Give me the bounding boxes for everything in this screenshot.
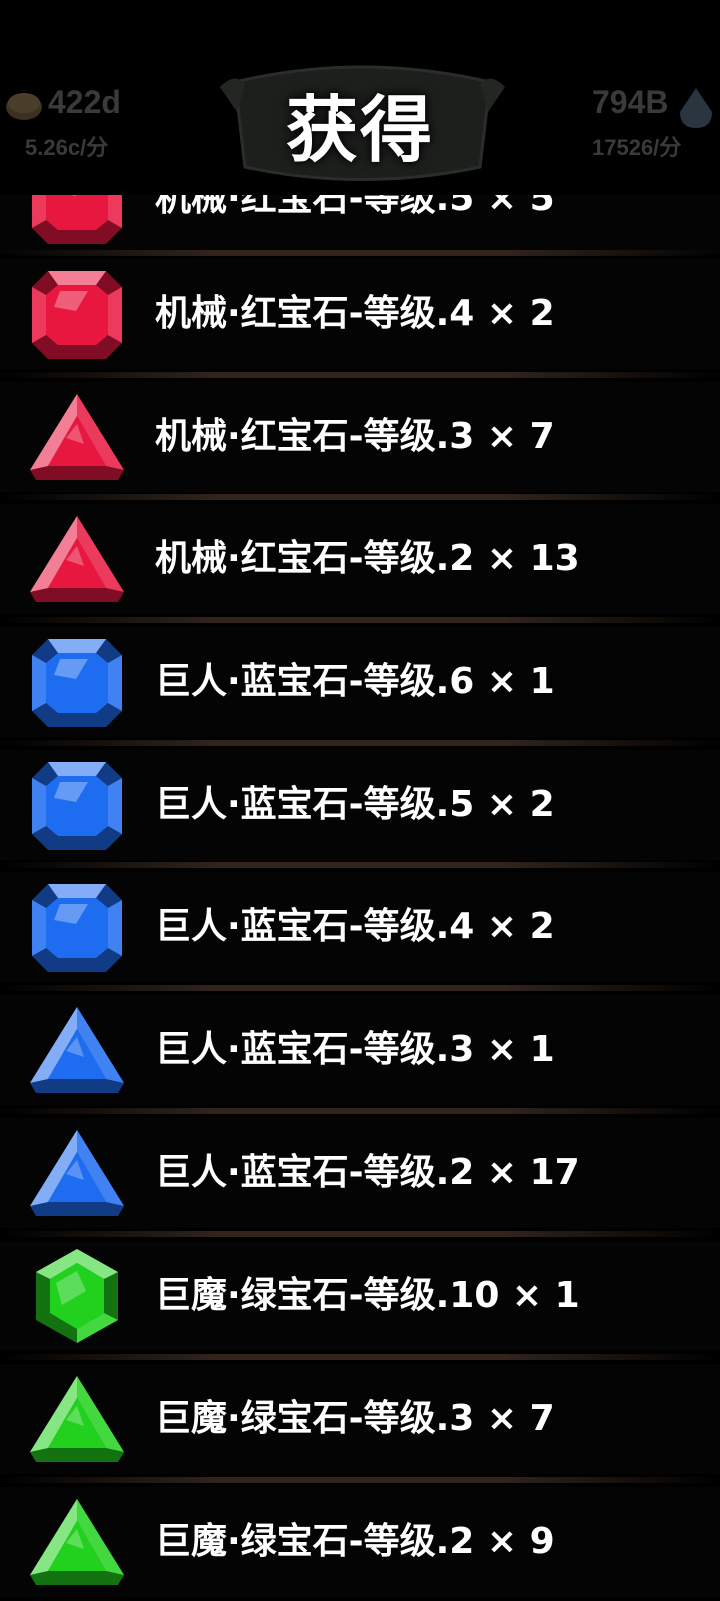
sapphire-square-icon [26, 876, 128, 978]
list-item: 巨魔·绿宝石-等级.3 × 7 [0, 1360, 720, 1478]
item-label: 巨人·蓝宝石-等级.5 × 2 [155, 784, 555, 825]
list-item: 巨魔·绿宝石-等级.2 × 9 [0, 1483, 720, 1601]
item-label: 机械·红宝石-等级.3 × 7 [155, 416, 555, 457]
item-label: 巨人·蓝宝石-等级.6 × 1 [155, 661, 555, 702]
sapphire-triangle-icon [26, 1122, 128, 1224]
emerald-triangle-icon [26, 1368, 128, 1470]
page-title: 获得 [285, 88, 434, 172]
reward-list[interactable]: 机械·红宝石-等级.5 × 5 机械·红宝石-等级.4 × 2 机械·红宝石-等… [0, 0, 720, 1597]
item-label: 机械·红宝石-等级.4 × 2 [155, 293, 555, 334]
item-label: 巨人·蓝宝石-等级.2 × 17 [155, 1152, 580, 1193]
list-item: 巨人·蓝宝石-等级.6 × 1 [0, 623, 720, 741]
list-item: 巨人·蓝宝石-等级.2 × 17 [0, 1114, 720, 1232]
item-label: 巨魔·绿宝石-等级.2 × 9 [155, 1521, 555, 1562]
sapphire-square-icon [26, 754, 128, 856]
item-label: 巨魔·绿宝石-等级.10 × 1 [155, 1275, 580, 1316]
emerald-triangle-icon [26, 1491, 128, 1593]
list-item: 机械·红宝石-等级.2 × 13 [0, 500, 720, 618]
item-label: 机械·红宝石-等级.2 × 13 [155, 538, 580, 579]
sapphire-square-icon [26, 631, 128, 733]
item-label: 巨人·蓝宝石-等级.4 × 2 [155, 906, 555, 947]
ruby-triangle-icon [26, 386, 128, 488]
list-item: 机械·红宝石-等级.3 × 7 [0, 378, 720, 496]
item-label: 巨人·蓝宝石-等级.3 × 1 [155, 1029, 555, 1070]
list-item: 巨魔·绿宝石-等级.10 × 1 [0, 1237, 720, 1355]
list-item: 机械·红宝石-等级.4 × 2 [0, 255, 720, 373]
ruby-triangle-icon [26, 508, 128, 610]
item-label: 巨魔·绿宝石-等级.3 × 7 [155, 1398, 555, 1439]
ruby-square-icon [26, 263, 128, 365]
list-item: 巨人·蓝宝石-等级.5 × 2 [0, 746, 720, 864]
emerald-hexagon-icon [26, 1245, 128, 1347]
sapphire-triangle-icon [26, 999, 128, 1101]
list-item: 巨人·蓝宝石-等级.3 × 1 [0, 991, 720, 1109]
list-item: 巨人·蓝宝石-等级.4 × 2 [0, 868, 720, 986]
